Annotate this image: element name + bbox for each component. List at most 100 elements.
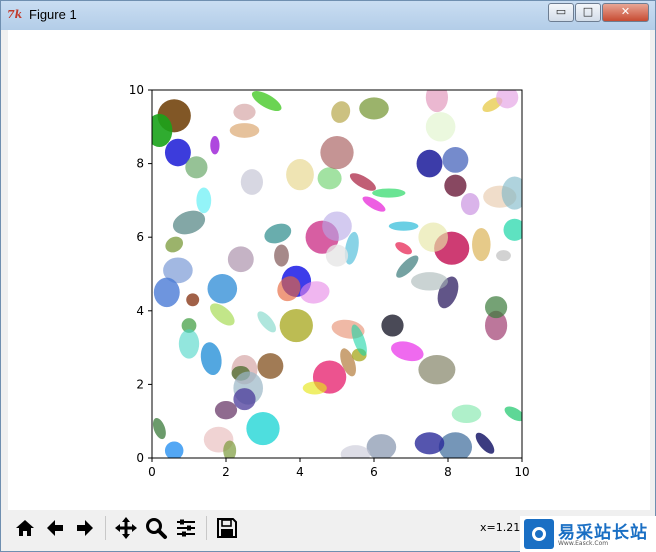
ellipse-mark (359, 97, 389, 120)
ellipse-mark (418, 222, 449, 252)
ellipse-mark (164, 441, 184, 458)
x-tick-label: 0 (148, 465, 156, 479)
maximize-button[interactable]: □ (575, 3, 601, 22)
watermark-logo-icon (524, 519, 554, 549)
toolbar-separator (105, 516, 106, 540)
ellipse-mark (264, 223, 292, 244)
ellipse-mark (229, 123, 260, 138)
ellipse-mark (331, 101, 351, 123)
ellipse-mark (214, 400, 238, 420)
tk-feather-icon: 7k (7, 8, 23, 21)
ellipse-mark (411, 272, 448, 291)
ellipse-mark (381, 314, 404, 337)
figure-window: 7k Figure 1 ▭ □ ✕ 0 2 4 6 8 10 0 2 4 6 8 10 (0, 0, 656, 552)
pan-button[interactable] (112, 514, 140, 542)
ellipse-mark (475, 432, 495, 454)
home-icon (16, 520, 34, 536)
y-tick-label: 4 (136, 304, 144, 318)
x-tick-label: 6 (370, 465, 378, 479)
ellipse-mark (425, 90, 448, 113)
ellipse-mark (153, 277, 180, 308)
y-tick-label: 8 (136, 157, 144, 171)
ellipse-mark (240, 169, 263, 195)
ellipse-mark (460, 193, 480, 216)
ellipse-mark (286, 159, 314, 191)
ellipse-mark (186, 293, 200, 307)
x-tick-label: 10 (514, 465, 529, 479)
back-arrow-icon (47, 520, 63, 536)
ellipse-mark (165, 236, 184, 253)
ellipse-mark (485, 296, 508, 319)
ellipse-mark (200, 342, 222, 376)
ellipse-mark (207, 273, 238, 304)
ellipse-mark (317, 167, 342, 190)
ellipse-mark (444, 174, 467, 197)
ellipse-mark (442, 147, 469, 173)
configure-subplots-button[interactable] (172, 514, 200, 542)
ellipse-mark (246, 412, 280, 446)
ellipse-mark (391, 341, 424, 362)
forward-arrow-icon (77, 520, 93, 536)
toolbar-separator (206, 516, 207, 540)
save-floppy-icon (217, 518, 237, 538)
y-tick-label: 6 (136, 230, 144, 244)
ellipse-mark (496, 250, 511, 262)
ellipse-mark (210, 136, 220, 155)
ellipse-mark (279, 308, 313, 343)
ellipse-mark (233, 103, 256, 121)
ellipse-mark (395, 242, 412, 255)
minimize-button[interactable]: ▭ (548, 3, 574, 22)
ellipse-mark (349, 173, 376, 191)
ellipses-layer (152, 90, 522, 458)
title-bar[interactable]: 7k Figure 1 ▭ □ ✕ (1, 1, 655, 30)
x-tick-label: 4 (296, 465, 304, 479)
watermark: 易采站长站 Www.Easck.Com (520, 516, 656, 552)
ellipse-mark (416, 149, 443, 178)
ellipse-mark (320, 136, 354, 170)
x-tick-label: 8 (444, 465, 452, 479)
x-tick-label: 2 (222, 465, 230, 479)
pan-move-icon (115, 517, 137, 539)
y-tick-label: 10 (129, 83, 144, 97)
ellipse-mark (178, 329, 200, 359)
y-tick-label: 2 (136, 377, 144, 391)
close-button[interactable]: ✕ (602, 3, 649, 22)
ellipse-mark (340, 445, 371, 458)
forward-button[interactable] (71, 514, 99, 542)
ellipse-mark (366, 434, 397, 458)
ellipse-mark (388, 221, 419, 231)
figure-canvas[interactable]: 0 2 4 6 8 10 0 2 4 6 8 10 (8, 30, 650, 510)
ellipse-mark (152, 113, 173, 148)
home-button[interactable] (11, 514, 39, 542)
ellipse-mark (425, 112, 456, 142)
ellipse-mark (501, 176, 522, 210)
ellipse-mark (302, 381, 327, 395)
zoom-button[interactable] (142, 514, 170, 542)
zoom-magnifier-icon (146, 518, 167, 539)
ellipse-mark (504, 406, 522, 422)
back-button[interactable] (41, 514, 69, 542)
ellipse-mark (322, 211, 352, 241)
window-title: Figure 1 (29, 7, 77, 22)
ellipse-mark (325, 244, 349, 267)
ellipse-mark (257, 353, 284, 379)
watermark-subtitle: Www.Easck.Com (558, 540, 609, 547)
ellipse-mark (418, 354, 456, 385)
ellipse-mark (472, 228, 491, 262)
ellipse-mark (185, 156, 208, 179)
ellipse-mark (274, 244, 289, 267)
y-tick-label: 0 (136, 451, 144, 465)
chart-svg[interactable]: 0 2 4 6 8 10 0 2 4 6 8 10 (8, 30, 650, 510)
configure-subplots-icon (177, 519, 195, 537)
ellipse-mark (372, 188, 406, 198)
ellipse-mark (257, 311, 277, 333)
ellipse-mark (233, 388, 256, 411)
ellipse-mark (152, 418, 166, 440)
ellipse-mark (451, 404, 482, 424)
save-button[interactable] (213, 514, 241, 542)
ellipse-mark (196, 187, 212, 214)
ellipse-mark (227, 246, 254, 273)
ellipse-mark (414, 432, 445, 455)
ellipse-mark (438, 432, 473, 458)
ellipse-mark (210, 303, 235, 326)
